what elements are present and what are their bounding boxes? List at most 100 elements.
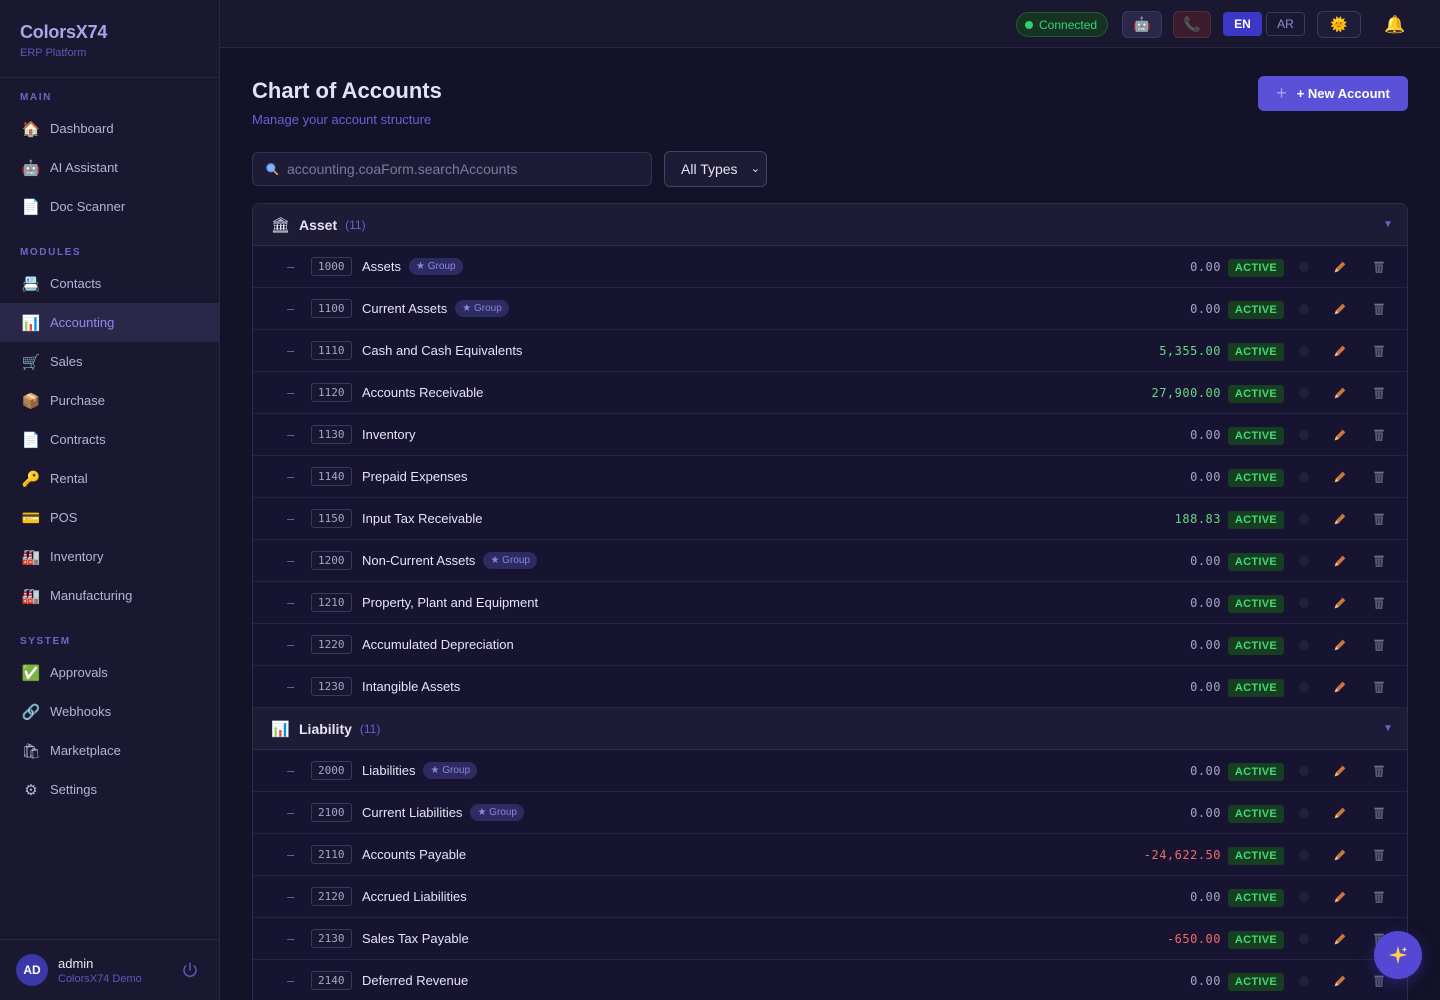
- toggle-icon[interactable]: [1299, 976, 1309, 986]
- sparkle-icon: [1388, 945, 1408, 965]
- toggle-icon[interactable]: [1299, 934, 1309, 944]
- collapse-caret-icon[interactable]: ▼: [1383, 219, 1393, 230]
- account-code: 1230: [311, 677, 352, 696]
- account-balance: 0.00: [1190, 763, 1221, 778]
- toggle-icon[interactable]: [1299, 640, 1309, 650]
- sidebar-item-rental[interactable]: 🔑 Rental: [0, 459, 219, 498]
- toggle-icon[interactable]: [1299, 556, 1309, 566]
- toggle-icon[interactable]: [1299, 598, 1309, 608]
- type-filter-select[interactable]: All Types ⌄: [664, 151, 767, 187]
- trash-icon[interactable]: [1369, 467, 1389, 487]
- group-header-asset[interactable]: 🏛 Asset (11) ▼: [253, 204, 1407, 246]
- edit-icon[interactable]: [1330, 593, 1350, 613]
- sidebar-item-inventory[interactable]: 🏭 Inventory: [0, 537, 219, 576]
- sidebar-item-contacts[interactable]: 📇 Contacts: [0, 264, 219, 303]
- sidebar-item-dashboard[interactable]: 🏠 Dashboard: [0, 109, 219, 148]
- group-header-liability[interactable]: 📊 Liability (11) ▼: [253, 708, 1407, 750]
- edit-icon[interactable]: [1330, 341, 1350, 361]
- sidebar-item-sales[interactable]: 🛒 Sales: [0, 342, 219, 381]
- status-badge: ACTIVE: [1228, 847, 1284, 865]
- trash-icon[interactable]: [1369, 383, 1389, 403]
- sidebar-item-purchase[interactable]: 📦 Purchase: [0, 381, 219, 420]
- edit-icon[interactable]: [1330, 299, 1350, 319]
- toggle-icon[interactable]: [1299, 262, 1309, 272]
- call-button[interactable]: 📞: [1173, 11, 1211, 38]
- sidebar-item-label: AI Assistant: [50, 160, 118, 175]
- edit-icon[interactable]: [1330, 677, 1350, 697]
- edit-icon[interactable]: [1330, 467, 1350, 487]
- toggle-icon[interactable]: [1299, 430, 1309, 440]
- trash-icon[interactable]: [1369, 635, 1389, 655]
- sidebar-item-label: Accounting: [50, 315, 115, 330]
- trash-icon[interactable]: [1369, 761, 1389, 781]
- trash-icon[interactable]: [1369, 341, 1389, 361]
- toggle-icon[interactable]: [1299, 304, 1309, 314]
- toggle-icon[interactable]: [1299, 892, 1309, 902]
- account-code: 2130: [311, 929, 352, 948]
- sidebar-item-approvals[interactable]: ✅ Approvals: [0, 653, 219, 692]
- edit-icon[interactable]: [1330, 761, 1350, 781]
- edit-icon[interactable]: [1330, 635, 1350, 655]
- account-name-text: Liabilities: [362, 763, 416, 778]
- theme-toggle[interactable]: 🌞: [1317, 11, 1361, 38]
- toggle-icon[interactable]: [1299, 388, 1309, 398]
- edit-icon[interactable]: [1330, 383, 1350, 403]
- sidebar-item-manufacturing[interactable]: 🏭 Manufacturing: [0, 576, 219, 615]
- sidebar-item-contracts[interactable]: 📄 Contracts: [0, 420, 219, 459]
- sidebar-item-label: Sales: [50, 354, 83, 369]
- trash-icon[interactable]: [1369, 887, 1389, 907]
- search-input[interactable]: [287, 161, 627, 177]
- trash-icon[interactable]: [1369, 845, 1389, 865]
- edit-icon[interactable]: [1330, 425, 1350, 445]
- sidebar-item-settings[interactable]: ⚙ Settings: [0, 770, 219, 809]
- trash-icon[interactable]: [1369, 425, 1389, 445]
- trash-icon[interactable]: [1369, 803, 1389, 823]
- edit-icon[interactable]: [1330, 509, 1350, 529]
- tree-dash: –: [287, 805, 295, 820]
- trash-icon[interactable]: [1369, 677, 1389, 697]
- lang-en-button[interactable]: EN: [1223, 12, 1262, 36]
- account-name-text: Accounts Receivable: [362, 385, 484, 400]
- tree-dash: –: [287, 301, 295, 316]
- toggle-icon[interactable]: [1299, 472, 1309, 482]
- ai-assistant-button[interactable]: 🤖: [1122, 11, 1162, 38]
- new-account-button[interactable]: + + New Account: [1258, 76, 1408, 111]
- sidebar-item-pos[interactable]: 💳 POS: [0, 498, 219, 537]
- toggle-icon[interactable]: [1299, 346, 1309, 356]
- edit-icon[interactable]: [1330, 971, 1350, 991]
- edit-icon[interactable]: [1330, 845, 1350, 865]
- edit-icon[interactable]: [1330, 887, 1350, 907]
- avatar[interactable]: AD: [16, 954, 48, 986]
- app-subtitle: ERP Platform: [20, 47, 87, 59]
- account-code: 1110: [311, 341, 352, 360]
- notifications-button[interactable]: 🔔: [1380, 11, 1410, 38]
- edit-icon[interactable]: [1330, 551, 1350, 571]
- trash-icon[interactable]: [1369, 299, 1389, 319]
- connection-status: Connected: [1016, 12, 1109, 37]
- edit-icon[interactable]: [1330, 803, 1350, 823]
- sun-icon: 🌞: [1330, 16, 1348, 32]
- toggle-icon[interactable]: [1299, 850, 1309, 860]
- sidebar-item-accounting[interactable]: 📊 Accounting: [0, 303, 219, 342]
- sidebar-item-webhooks[interactable]: 🔗 Webhooks: [0, 692, 219, 731]
- edit-icon[interactable]: [1330, 929, 1350, 949]
- collapse-caret-icon[interactable]: ▼: [1383, 723, 1393, 734]
- trash-icon[interactable]: [1369, 509, 1389, 529]
- edit-icon[interactable]: [1330, 257, 1350, 277]
- sidebar-item-doc-scanner[interactable]: 📄 Doc Scanner: [0, 187, 219, 226]
- trash-icon[interactable]: [1369, 257, 1389, 277]
- trash-icon[interactable]: [1369, 593, 1389, 613]
- power-icon[interactable]: [181, 961, 199, 979]
- trash-icon[interactable]: [1369, 551, 1389, 571]
- toggle-icon[interactable]: [1299, 766, 1309, 776]
- toggle-icon[interactable]: [1299, 514, 1309, 524]
- account-code: 1000: [311, 257, 352, 276]
- sidebar-item-marketplace[interactable]: 🛍 Marketplace: [0, 731, 219, 770]
- toggle-icon[interactable]: [1299, 808, 1309, 818]
- toggle-icon[interactable]: [1299, 682, 1309, 692]
- account-balance: 5,355.00: [1159, 343, 1221, 358]
- ai-sparkle-button[interactable]: [1374, 931, 1422, 979]
- lang-ar-button[interactable]: AR: [1266, 12, 1305, 36]
- tree-dash: –: [287, 385, 295, 400]
- sidebar-item-ai-assistant[interactable]: 🤖 AI Assistant: [0, 148, 219, 187]
